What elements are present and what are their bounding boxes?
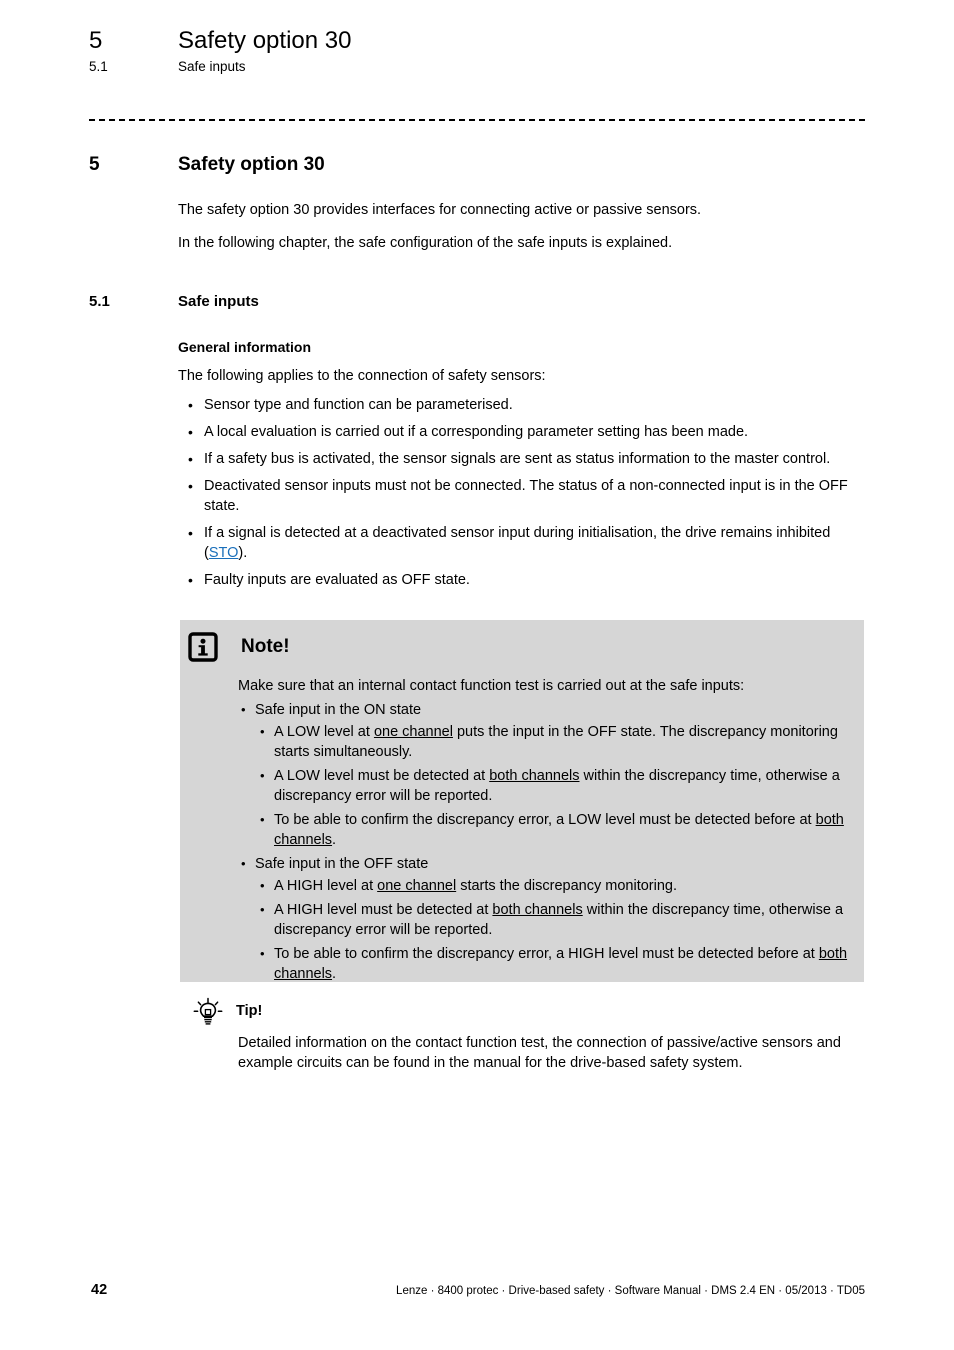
document-page: 5 Safety option 30 5.1 Safe inputs 5 Saf…	[0, 0, 954, 1350]
intro-paragraph-1: The safety option 30 provides interfaces…	[178, 202, 702, 218]
tip-body-text: Detailed information on the contact func…	[238, 1035, 841, 1071]
note-sublist-off-state: A HIGH level at one channel starts the d…	[255, 876, 853, 984]
tip-header: Tip!	[190, 996, 868, 1026]
running-header-section-number: 5.1	[89, 59, 108, 74]
tip-title: Tip!	[236, 1003, 263, 1019]
running-header-chapter-title: Safety option 30	[178, 27, 352, 54]
lightbulb-icon	[188, 992, 228, 1032]
general-information-list: Sensor type and function can be paramete…	[178, 395, 868, 590]
running-header: 5 Safety option 30 5.1 Safe inputs	[89, 26, 865, 76]
note-sublist-on-state: A LOW level at one channel puts the inpu…	[255, 722, 853, 850]
list-item: Faulty inputs are evaluated as OFF state…	[178, 570, 868, 590]
sto-cross-reference-link[interactable]: STO	[209, 545, 239, 561]
list-item: If a safety bus is activated, the sensor…	[178, 449, 868, 469]
note-item-underlined: one channel	[373, 724, 453, 740]
list-item-text-before-link: If a signal is detected at a deactivated…	[204, 525, 831, 561]
note-sublist-item: To be able to confirm the discrepancy er…	[255, 944, 853, 984]
running-header-chapter-row: 5 Safety option 30	[89, 26, 865, 56]
section-title: Safe inputs	[178, 293, 259, 310]
list-item-sto: If a signal is detected at a deactivated…	[178, 523, 868, 563]
header-divider-rule	[89, 119, 865, 121]
chapter-heading: 5 Safety option 30	[89, 152, 865, 178]
general-information-block: General information The following applie…	[178, 338, 868, 597]
note-sublist-item: A HIGH level must be detected at both ch…	[255, 900, 853, 940]
section-number: 5.1	[89, 293, 110, 310]
note-item-suffix: .	[332, 966, 337, 982]
footer-imprint-text: Lenze · 8400 protec · Drive-based safety…	[396, 1285, 865, 1297]
note-header: Note!	[188, 632, 290, 662]
note-item-prefix: To be able to confirm the discrepancy er…	[274, 946, 819, 962]
note-group-off-state: Safe input in the OFF state A HIGH level…	[238, 854, 853, 984]
note-item-prefix: A LOW level at	[274, 724, 374, 740]
note-sublist-item: A LOW level must be detected at both cha…	[255, 766, 853, 806]
section-heading: 5.1 Safe inputs	[89, 291, 865, 312]
note-list: Safe input in the ON state A LOW level a…	[238, 700, 853, 984]
note-group-on-state: Safe input in the ON state A LOW level a…	[238, 700, 853, 850]
list-item: Deactivated sensor inputs must not be co…	[178, 476, 868, 516]
note-sublist-item: A LOW level at one channel puts the inpu…	[255, 722, 853, 762]
list-item-text: Faulty inputs are evaluated as OFF state…	[204, 572, 470, 588]
note-item-suffix: .	[332, 832, 337, 848]
note-callout-box: Note! Make sure that an internal contact…	[180, 620, 864, 982]
note-item-underlined: one channel	[377, 878, 457, 894]
list-item-text-after-link: ).	[238, 545, 248, 561]
note-sublist-item: A HIGH level at one channel starts the d…	[255, 876, 853, 896]
note-item-prefix: A LOW level must be detected at	[274, 768, 490, 784]
note-body: Make sure that an internal contact funct…	[238, 676, 853, 988]
note-group-label: Safe input in the ON state	[255, 702, 422, 718]
note-item-prefix: A HIGH level must be detected at	[274, 902, 493, 918]
note-item-underlined: both channels	[489, 768, 580, 784]
tip-callout-block: Tip! Detailed information on the contact…	[190, 996, 868, 1073]
note-title: Note!	[241, 636, 290, 657]
running-header-section-row: 5.1 Safe inputs	[89, 58, 865, 76]
list-item-text: If a safety bus is activated, the sensor…	[204, 451, 831, 467]
chapter-number: 5	[89, 154, 100, 175]
info-icon	[188, 632, 218, 662]
footer-page-number: 42	[91, 1282, 108, 1298]
running-header-section-title: Safe inputs	[178, 59, 246, 74]
list-item-text: A local evaluation is carried out if a c…	[204, 424, 749, 440]
note-lead-text: Make sure that an internal contact funct…	[238, 678, 745, 694]
general-information-title: General information	[178, 339, 312, 355]
list-item-text: Sensor type and function can be paramete…	[204, 397, 513, 413]
list-item-text: Deactivated sensor inputs must not be co…	[204, 478, 848, 514]
note-item-underlined: both channels	[492, 902, 583, 918]
note-item-prefix: To be able to confirm the discrepancy er…	[274, 812, 816, 828]
running-header-chapter-number: 5	[89, 27, 103, 54]
note-group-label: Safe input in the OFF state	[255, 856, 429, 872]
note-sublist-item: To be able to confirm the discrepancy er…	[255, 810, 853, 850]
general-information-lead: The following applies to the connection …	[178, 368, 546, 384]
chapter-intro: The safety option 30 provides interfaces…	[178, 200, 868, 266]
note-item-suffix: starts the discrepancy monitoring.	[456, 878, 677, 894]
list-item: Sensor type and function can be paramete…	[178, 395, 868, 415]
note-item-prefix: A HIGH level at	[274, 878, 378, 894]
chapter-title: Safety option 30	[178, 154, 325, 175]
list-item: A local evaluation is carried out if a c…	[178, 422, 868, 442]
intro-paragraph-2: In the following chapter, the safe confi…	[178, 235, 673, 251]
